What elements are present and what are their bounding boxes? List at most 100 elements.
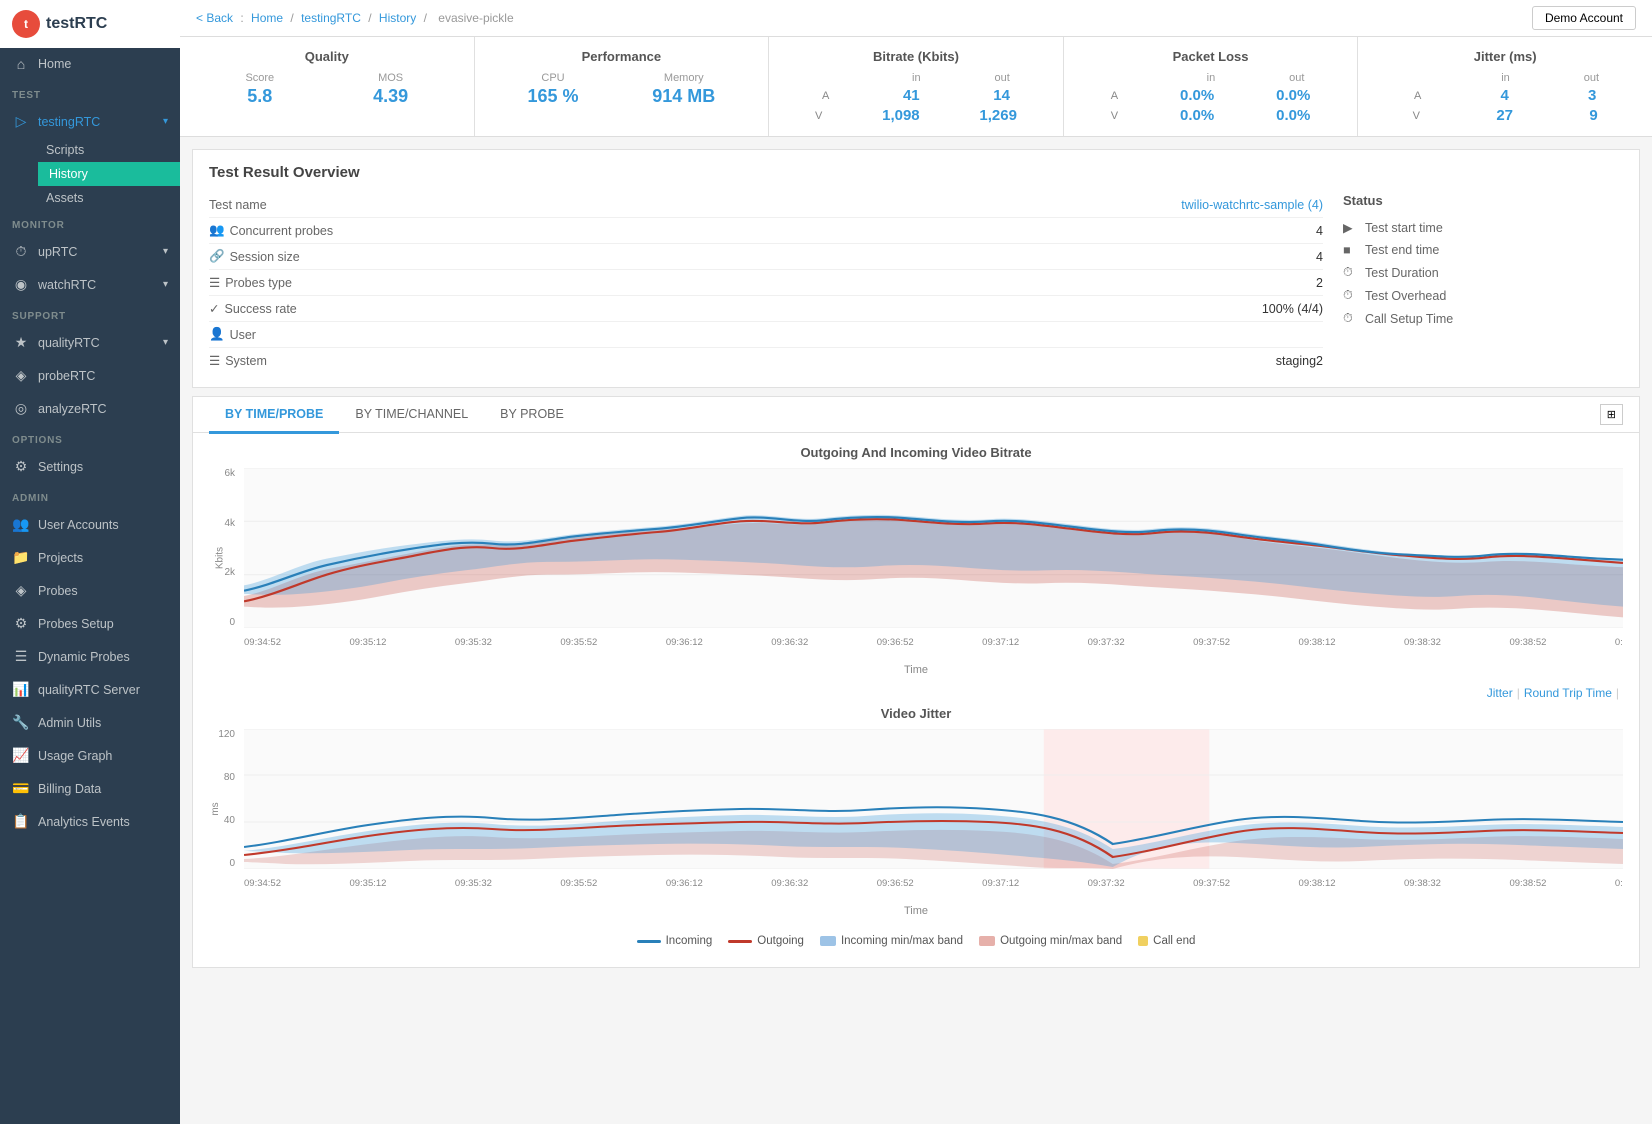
mos-value: 4.39 <box>373 86 408 107</box>
concurrent-label: 👥 Concurrent probes <box>209 223 369 238</box>
sidebar-item-uprtc[interactable]: ⏱ upRTC ▾ <box>0 235 180 268</box>
outgoing-band-label: Outgoing min/max band <box>1000 935 1122 947</box>
x-time-8: 09:37:12 <box>982 637 1019 648</box>
back-link[interactable]: < Back <box>196 11 233 25</box>
bitrate-a-in: 41 <box>903 87 920 104</box>
status-start-label: Test start time <box>1365 221 1443 235</box>
bitrate-chart-title: Outgoing And Incoming Video Bitrate <box>209 445 1623 460</box>
sidebar-item-qualityrtc-server[interactable]: 📊 qualityRTC Server <box>0 673 180 706</box>
session-value: 4 <box>369 250 1323 264</box>
session-icon: 🔗 <box>209 249 225 264</box>
status-end-time: ■ Test end time <box>1343 239 1623 261</box>
grid-layout-button[interactable]: ⊞ <box>1600 404 1623 425</box>
legend-incoming: Incoming <box>637 935 713 947</box>
x-time-12: 09:38:32 <box>1404 637 1441 648</box>
sidebar-item-usage-graph[interactable]: 📈 Usage Graph <box>0 739 180 772</box>
sidebar-item-qualityrtc[interactable]: ★ qualityRTC ▾ <box>0 326 180 359</box>
sidebar-item-history[interactable]: History <box>38 162 180 186</box>
cpu-value: 165 % <box>527 86 578 107</box>
jitter-sep2: | <box>1616 686 1619 700</box>
jx-7: 09:36:52 <box>877 878 914 889</box>
j-in-label: in <box>1501 72 1510 84</box>
memory-label: Memory <box>652 72 715 84</box>
sidebar-item-projects[interactable]: 📁 Projects <box>0 541 180 574</box>
uprtc-icon: ⏱ <box>12 243 30 260</box>
sidebar-item-scripts[interactable]: Scripts <box>38 138 180 162</box>
jitter-link[interactable]: Jitter <box>1487 686 1513 700</box>
testname-value[interactable]: twilio-watchrtc-sample (4) <box>369 198 1323 212</box>
sidebar-label: Admin Utils <box>38 716 101 730</box>
pl-a-in: 0.0% <box>1180 87 1214 104</box>
info-row-concurrent: 👥 Concurrent probes 4 <box>209 218 1323 244</box>
analyzertc-icon: ◎ <box>12 400 30 417</box>
tab-by-time-channel[interactable]: BY TIME/CHANNEL <box>339 397 484 434</box>
assets-label: Assets <box>46 191 84 205</box>
topbar: < Back : Home / testingRTC / History / e… <box>180 0 1652 37</box>
outgoing-band-icon <box>979 936 995 946</box>
sidebar-item-analyzertc[interactable]: ◎ analyzeRTC <box>0 392 180 425</box>
sidebar-item-admin-utils[interactable]: 🔧 Admin Utils <box>0 706 180 739</box>
pl-audio-label: A <box>1111 90 1118 102</box>
status-call-setup: ⏱ Call Setup Time <box>1343 307 1623 330</box>
tab-by-probe[interactable]: BY PROBE <box>484 397 580 434</box>
tabs-row: BY TIME/PROBE BY TIME/CHANNEL BY PROBE ⊞ <box>193 397 1639 433</box>
sidebar-item-settings[interactable]: ⚙ Settings <box>0 450 180 483</box>
billing-icon: 💳 <box>12 780 30 797</box>
call-setup-icon: ⏱ <box>1343 311 1359 326</box>
legend-call-end: Call end <box>1138 935 1195 947</box>
history-link[interactable]: History <box>379 11 416 25</box>
chevron-down-icon: ▾ <box>163 116 168 127</box>
sidebar-item-probes[interactable]: ◈ Probes <box>0 574 180 607</box>
sidebar-item-testingrtc[interactable]: ▷ testingRTC ▾ <box>0 105 180 138</box>
sidebar-label: watchRTC <box>38 278 96 292</box>
scripts-label: Scripts <box>46 143 84 157</box>
chart-tabs: BY TIME/PROBE BY TIME/CHANNEL BY PROBE <box>209 397 1600 432</box>
testname-label: Test name <box>209 198 369 212</box>
sidebar-item-probertc[interactable]: ◈ probeRTC <box>0 359 180 392</box>
sidebar-item-probes-setup[interactable]: ⚙ Probes Setup <box>0 607 180 640</box>
mos-label: MOS <box>373 72 408 84</box>
pl-a-out: 0.0% <box>1276 87 1310 104</box>
x-time-14: 0: <box>1615 637 1623 648</box>
sidebar-label: User Accounts <box>38 518 119 532</box>
video-row-label: V <box>815 110 822 122</box>
demo-account-button[interactable]: Demo Account <box>1532 6 1636 30</box>
scrollable-content: Test Result Overview Test name twilio-wa… <box>180 137 1652 1124</box>
admin-utils-icon: 🔧 <box>12 714 30 731</box>
sidebar-item-home[interactable]: ⌂ Home <box>0 48 180 80</box>
bitrate-a-out: 14 <box>993 87 1010 104</box>
sidebar-item-assets[interactable]: Assets <box>38 186 180 210</box>
testingrtc-link[interactable]: testingRTC <box>301 11 361 25</box>
jx-1: 09:34:52 <box>244 878 281 889</box>
overview-section: Test Result Overview Test name twilio-wa… <box>192 149 1640 388</box>
jx-10: 09:37:52 <box>1193 878 1230 889</box>
jx-3: 09:35:32 <box>455 878 492 889</box>
sidebar-item-dynamic-probes[interactable]: ☰ Dynamic Probes <box>0 640 180 673</box>
user-icon: 👤 <box>209 327 225 342</box>
chevron-icon: ▾ <box>163 279 168 290</box>
bitrate-in-label: in <box>912 72 921 84</box>
sidebar-item-watchrtc[interactable]: ◉ watchRTC ▾ <box>0 268 180 301</box>
sidebar-item-analytics-events[interactable]: 📋 Analytics Events <box>0 805 180 838</box>
status-overhead-label: Test Overhead <box>1365 289 1446 303</box>
j-a-out: 3 <box>1588 87 1596 104</box>
probes-type-value: 2 <box>369 276 1323 290</box>
charts-container: Outgoing And Incoming Video Bitrate 6k 4… <box>193 433 1639 967</box>
logo-icon: t <box>12 10 40 38</box>
info-row-probes-type: ☰ Probes type 2 <box>209 270 1323 296</box>
tab-by-time-probe[interactable]: BY TIME/PROBE <box>209 397 339 434</box>
sidebar-item-user-accounts[interactable]: 👥 User Accounts <box>0 508 180 541</box>
tabs-charts-container: BY TIME/PROBE BY TIME/CHANNEL BY PROBE ⊞… <box>192 396 1640 968</box>
j-a-in: 4 <box>1501 87 1509 104</box>
jx-14: 0: <box>1615 878 1623 889</box>
success-icon: ✓ <box>209 301 219 316</box>
call-end-label: Call end <box>1153 935 1195 947</box>
jx-13: 09:38:52 <box>1509 878 1546 889</box>
jitter-x-label: Time <box>209 905 1623 917</box>
x-time-2: 09:35:12 <box>349 637 386 648</box>
sidebar-sub-testingrtc: Scripts History Assets <box>0 138 180 210</box>
rtt-link[interactable]: Round Trip Time <box>1524 686 1612 700</box>
home-link[interactable]: Home <box>251 11 283 25</box>
x-time-3: 09:35:32 <box>455 637 492 648</box>
sidebar-item-billing-data[interactable]: 💳 Billing Data <box>0 772 180 805</box>
